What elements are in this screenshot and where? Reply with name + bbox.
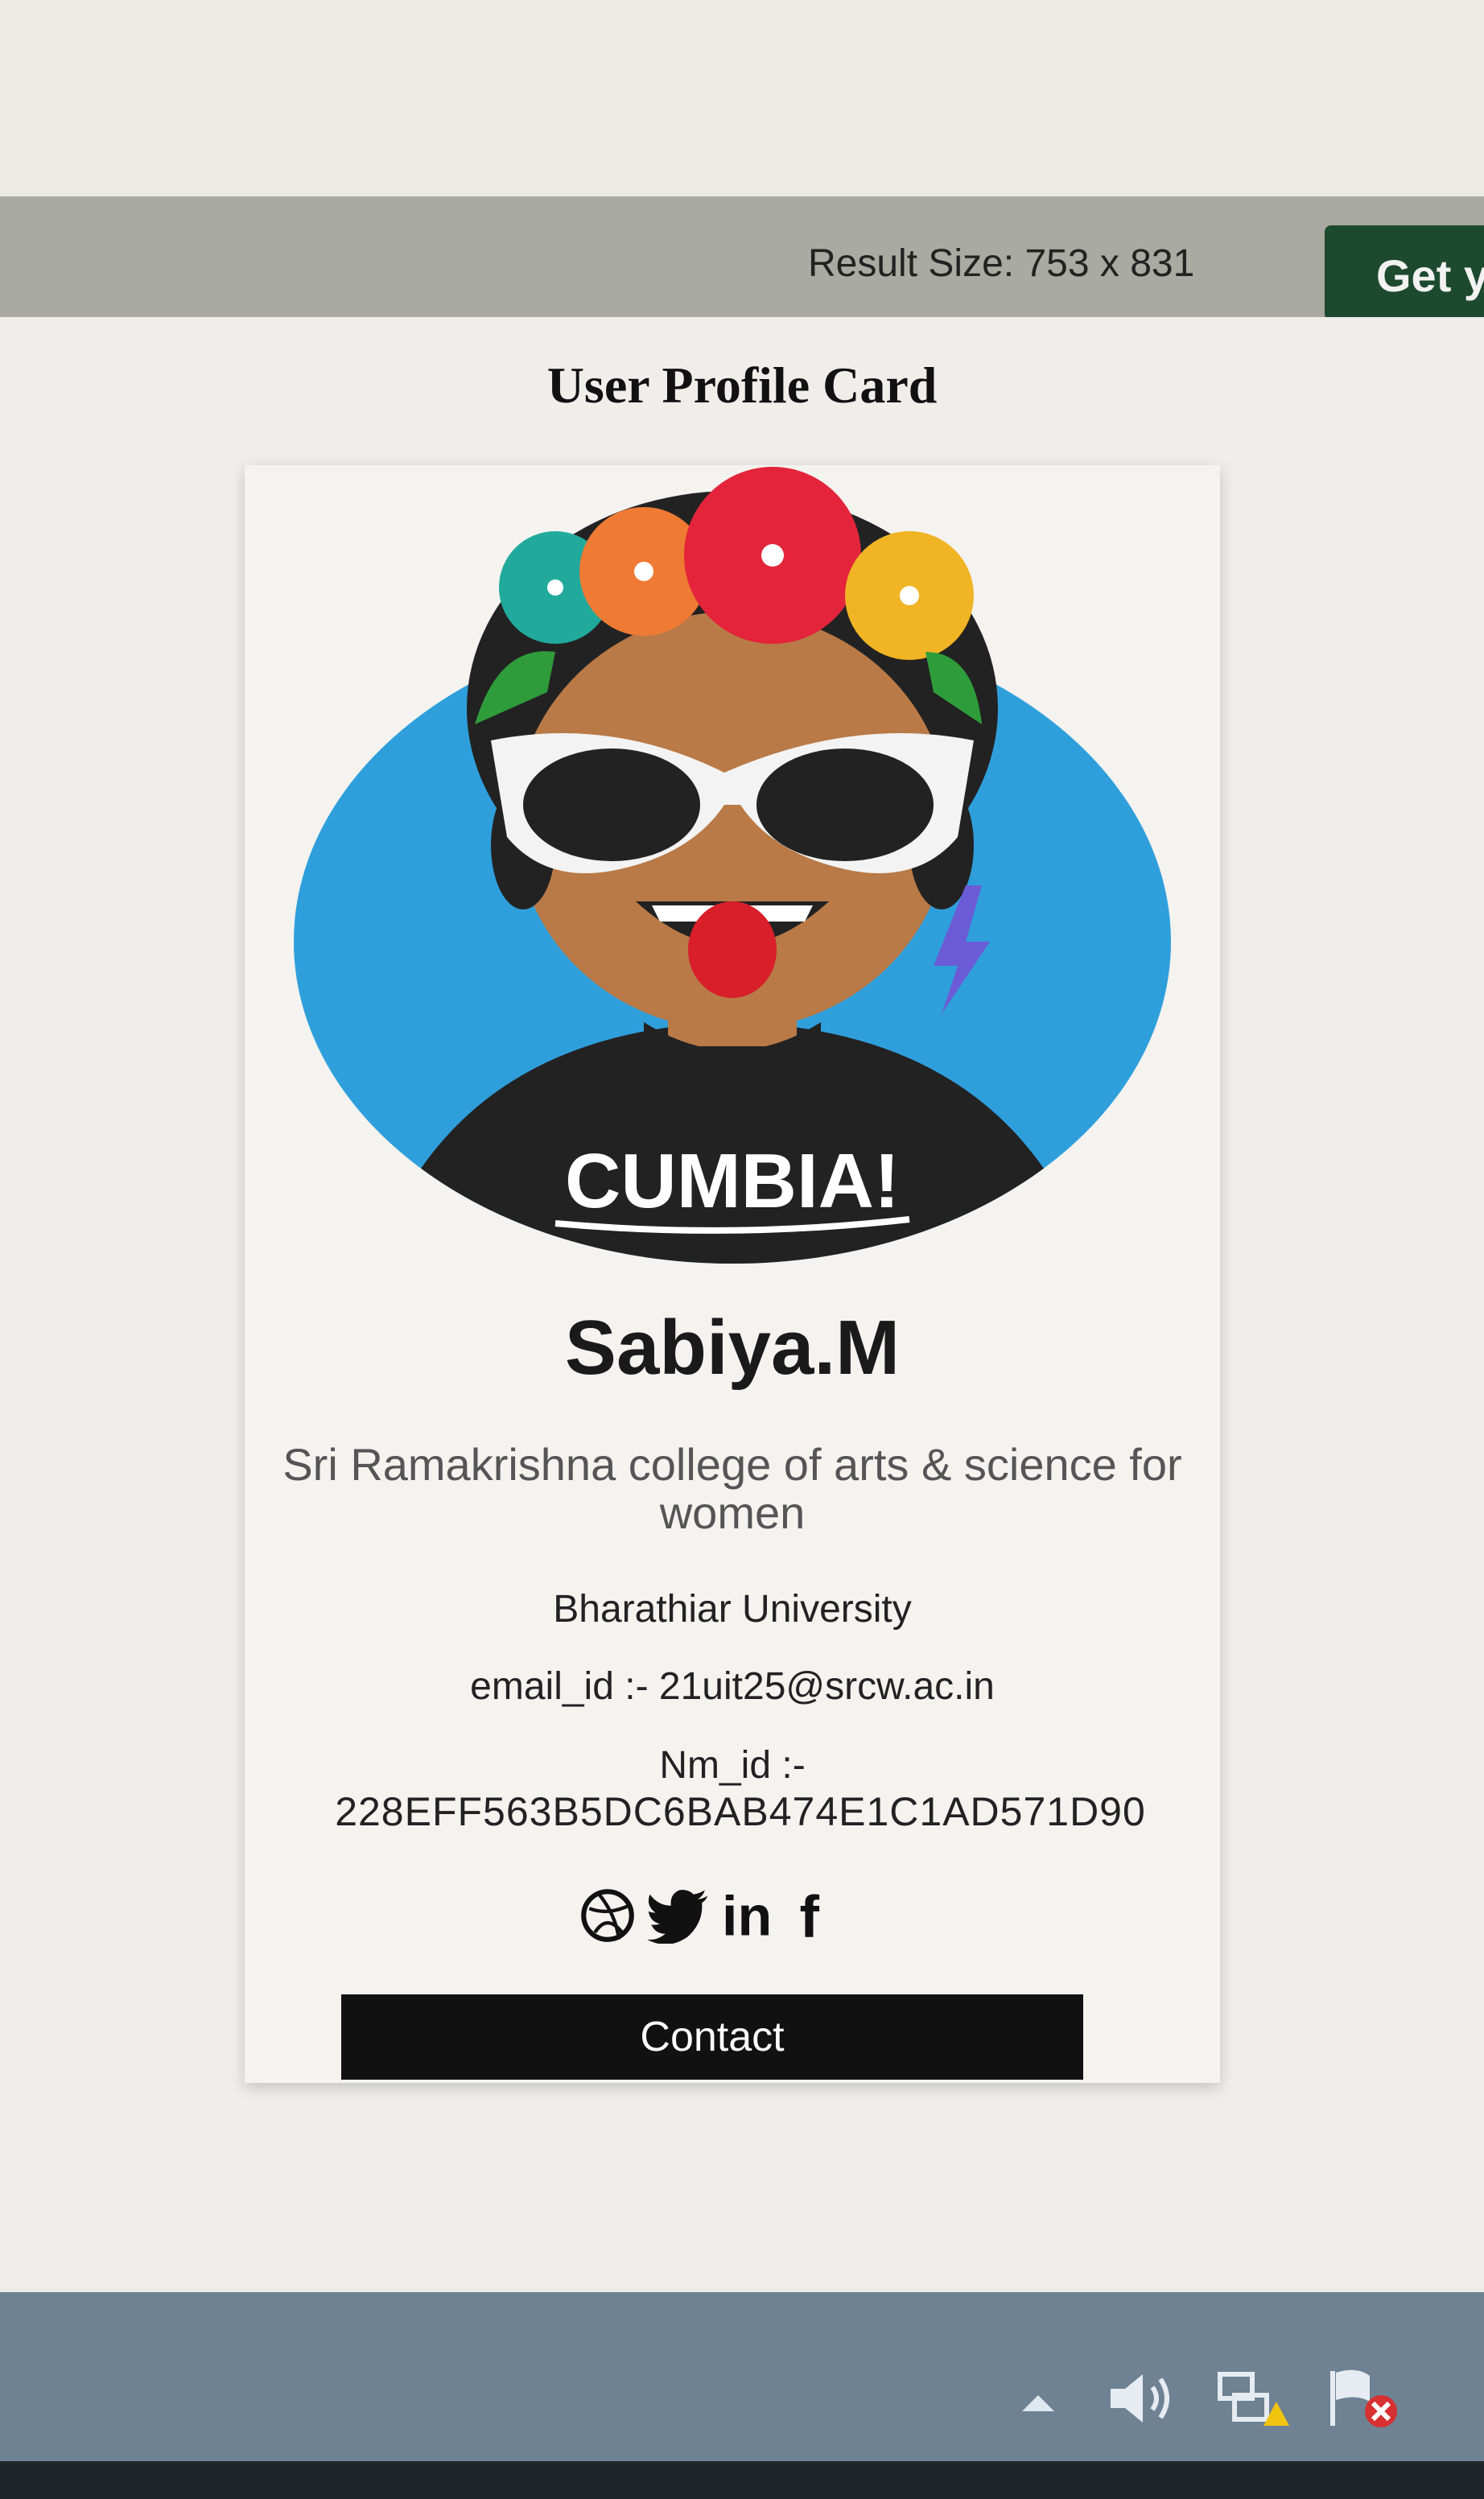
profile-nm-label: Nm_id :- [659, 1744, 806, 1787]
dribbble-icon[interactable] [579, 1887, 636, 1944]
screen-bezel [0, 2461, 1484, 2499]
show-hidden-icons-arrow[interactable] [1014, 2366, 1062, 2431]
result-toolbar [0, 196, 1484, 317]
avatar-illustration: CUMBIA! [294, 467, 1171, 1264]
twitter-icon[interactable] [647, 1887, 711, 1944]
avatar-shirt-text: CUMBIA! [565, 1138, 900, 1224]
avatar: CUMBIA! [290, 467, 1175, 1272]
profile-college: Sri Ramakrishna college of arts & scienc… [282, 1439, 1182, 1538]
linkedin-glyph: in [722, 1887, 772, 1944]
profile-name: Sabiya.M [564, 1305, 901, 1391]
get-button[interactable]: Get y [1325, 225, 1484, 320]
result-size-label: Result Size: 753 x 831 [808, 242, 1195, 285]
action-center-flag-icon[interactable] [1325, 2366, 1405, 2431]
network-warning-icon[interactable] [1214, 2366, 1294, 2431]
facebook-icon[interactable]: f [797, 1887, 832, 1944]
profile-nm-value: 228EFF563B5DC6BAB474E1C1AD571D90 [335, 1789, 1146, 1834]
social-links: in f [579, 1883, 901, 1948]
profile-university: Bharathiar University [553, 1588, 912, 1631]
contact-button[interactable]: Contact [341, 1994, 1083, 2080]
profile-email: email_id :- 21uit25@srcw.ac.in [470, 1665, 995, 1708]
facebook-glyph: f [799, 1887, 819, 1944]
browser-top-area [0, 0, 1484, 196]
page-title: User Profile Card [546, 357, 938, 414]
linkedin-icon[interactable]: in [722, 1887, 785, 1944]
speaker-icon[interactable] [1103, 2366, 1183, 2431]
